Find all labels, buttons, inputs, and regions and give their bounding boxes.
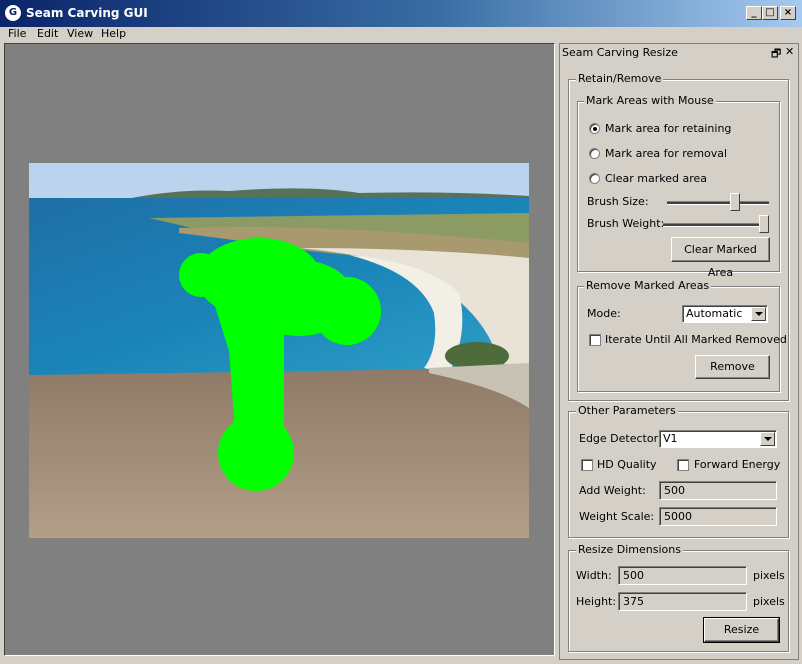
mode-select[interactable]: Automatic bbox=[682, 305, 768, 323]
iterate-checkbox[interactable] bbox=[589, 334, 601, 346]
brush-weight-label: Brush Weight: bbox=[587, 217, 665, 230]
iterate-label: Iterate Until All Marked Removed bbox=[605, 333, 787, 346]
add-weight-label: Add Weight: bbox=[579, 484, 646, 497]
height-label: Height: bbox=[576, 595, 617, 608]
forward-energy-label: Forward Energy bbox=[694, 458, 781, 471]
brush-weight-slider-track[interactable] bbox=[663, 223, 769, 227]
width-label: Width: bbox=[576, 569, 612, 582]
height-pixels-label: pixels bbox=[753, 595, 785, 608]
other-parameters-legend: Other Parameters bbox=[576, 404, 678, 417]
resize-dimensions-legend: Resize Dimensions bbox=[576, 543, 683, 556]
radio-mark-retain-label: Mark area for retaining bbox=[605, 122, 732, 135]
hd-quality-label: HD Quality bbox=[597, 458, 657, 471]
forward-energy-checkbox[interactable] bbox=[677, 459, 689, 471]
clear-marked-area-button[interactable]: Clear Marked Area bbox=[671, 237, 770, 279]
remove-button[interactable]: Remove bbox=[695, 355, 770, 379]
menu-edit[interactable]: Edit bbox=[33, 26, 62, 42]
resize-button[interactable]: Resize bbox=[703, 617, 780, 643]
radio-mark-retain[interactable] bbox=[589, 123, 600, 134]
close-button[interactable]: × bbox=[780, 6, 796, 20]
weight-scale-field[interactable]: 5000 bbox=[659, 507, 777, 526]
mode-label: Mode: bbox=[587, 307, 621, 320]
close-icon[interactable]: ✕ bbox=[785, 45, 794, 58]
panel-title: Seam Carving Resize bbox=[562, 46, 678, 59]
brush-weight-slider-thumb[interactable] bbox=[759, 215, 769, 233]
hd-quality-checkbox[interactable] bbox=[581, 459, 593, 471]
weight-scale-label: Weight Scale: bbox=[579, 510, 655, 523]
brush-size-label: Brush Size: bbox=[587, 195, 649, 208]
beach-image[interactable] bbox=[29, 163, 529, 538]
maximize-button[interactable]: □ bbox=[762, 6, 778, 20]
mark-areas-legend: Mark Areas with Mouse bbox=[584, 94, 716, 107]
remove-marked-legend: Remove Marked Areas bbox=[584, 279, 712, 292]
radio-mark-removal[interactable] bbox=[589, 148, 600, 159]
width-pixels-label: pixels bbox=[753, 569, 785, 582]
edge-detector-select[interactable]: V1 bbox=[659, 430, 777, 448]
edge-detector-value: V1 bbox=[663, 432, 678, 445]
minimize-button[interactable]: _ bbox=[746, 6, 762, 20]
menu-view[interactable]: View bbox=[63, 26, 97, 42]
height-field[interactable]: 375 bbox=[618, 592, 747, 611]
brush-size-slider-thumb[interactable] bbox=[729, 193, 740, 211]
radio-clear-marked-label: Clear marked area bbox=[605, 172, 707, 185]
menu-help[interactable]: Help bbox=[97, 26, 130, 42]
radio-clear-marked[interactable] bbox=[589, 173, 600, 184]
chevron-down-icon[interactable] bbox=[751, 307, 766, 321]
edge-detector-label: Edge Detector: bbox=[579, 432, 662, 445]
app-icon[interactable]: G bbox=[5, 5, 21, 21]
width-field[interactable]: 500 bbox=[618, 566, 747, 585]
radio-mark-removal-label: Mark area for removal bbox=[605, 147, 728, 160]
retain-remove-legend: Retain/Remove bbox=[576, 72, 664, 85]
chevron-down-icon[interactable] bbox=[760, 432, 775, 446]
menu-file[interactable]: File bbox=[4, 26, 30, 42]
brush-size-slider-track[interactable] bbox=[667, 201, 769, 205]
add-weight-field[interactable]: 500 bbox=[659, 481, 777, 500]
restore-icon[interactable]: 🗗 bbox=[771, 45, 781, 64]
window-title: Seam Carving GUI bbox=[26, 6, 148, 20]
mode-select-value: Automatic bbox=[686, 307, 743, 320]
